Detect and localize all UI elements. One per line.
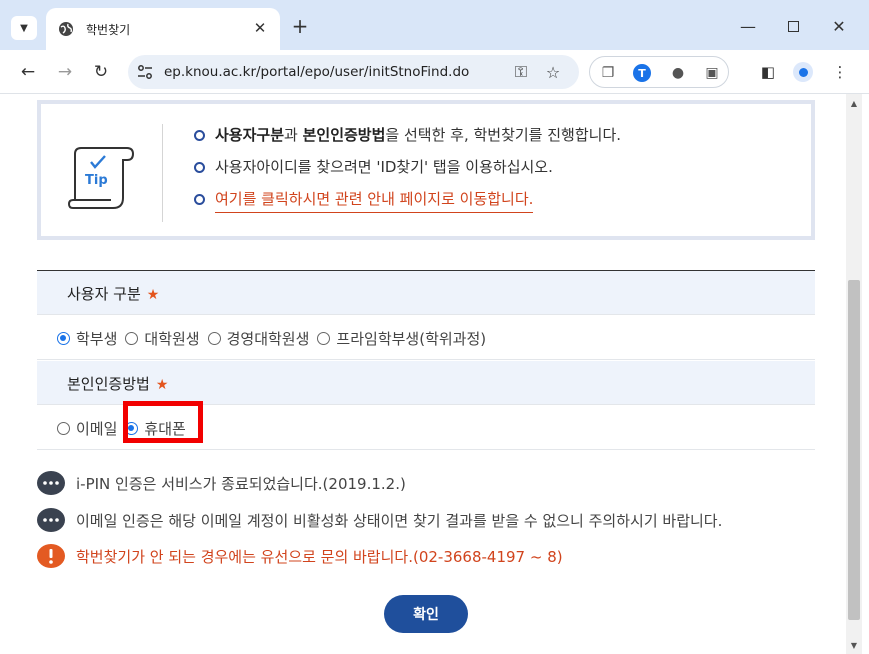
tip-item: 사용자구분과 본인인증방법을 선택한 후, 학번찾기를 진행합니다. <box>193 124 621 156</box>
address-bar[interactable]: ep.knou.ac.kr/portal/epo/user/initStnoFi… <box>128 55 579 89</box>
radio-selected-icon <box>57 332 70 345</box>
notice-text: i-PIN 인증은 서비스가 종료되었습니다.(2019.1.2.) <box>76 474 406 493</box>
copy-icon[interactable]: ❐ <box>598 63 618 83</box>
profile-avatar-icon[interactable] <box>793 62 813 82</box>
radio-icon <box>57 422 70 435</box>
radio-undergraduate[interactable]: 학부생 <box>57 328 117 349</box>
tip-box: Tip 사용자구분과 본인인증방법을 선택한 후, 학번찾기를 진행합니다. 사… <box>37 100 815 240</box>
confirm-button[interactable]: 확인 <box>384 595 468 633</box>
key-icon[interactable]: ⚿ <box>512 62 530 81</box>
circle-bullet-icon <box>194 130 205 141</box>
window-edge <box>862 94 869 654</box>
auth-method-label: 본인인증방법 ★ <box>67 375 169 393</box>
radio-icon <box>317 332 331 345</box>
radio-business-graduate[interactable]: 경영대학원생 <box>207 328 309 349</box>
radio-prime-undergraduate[interactable]: 프라임학부생(학위과정) <box>317 328 486 349</box>
user-type-label: 사용자 구분 ★ <box>67 285 160 303</box>
tip-bold-user-type: 사용자구분 <box>215 126 285 144</box>
chevron-down-icon: ▼ <box>20 22 28 34</box>
tip-item: 여기를 클릭하시면 관련 안내 페이지로 이동합니다. <box>193 188 621 220</box>
tab-title: 학번찾기 <box>86 23 131 37</box>
maximize-icon[interactable] <box>781 14 805 38</box>
bookmark-star-icon[interactable]: ☆ <box>544 63 562 82</box>
notice-text: 이메일 인증은 해당 이메일 계정이 비활성화 상태이면 찾기 결과를 받을 수… <box>76 511 723 530</box>
tip-text: 을 선택한 후, 학번찾기를 진행합니다. <box>385 126 622 144</box>
notice-phone-inquiry: 학번찾기가 안 되는 경우에는 유선으로 문의 바랍니다.(02-3668-41… <box>36 543 563 569</box>
close-tab-icon[interactable]: ✕ <box>250 18 270 38</box>
radio-icon <box>125 332 139 345</box>
new-tab-icon[interactable]: + <box>288 14 312 38</box>
tab-strip: ▼ 학번찾기 ✕ + — ✕ <box>0 0 869 50</box>
more-menu-icon[interactable]: ⋮ <box>830 62 850 82</box>
scroll-thumb[interactable] <box>848 280 860 620</box>
radio-email[interactable]: 이메일 <box>57 418 117 439</box>
radio-graduate[interactable]: 대학원생 <box>125 328 200 349</box>
circle-bullet-icon <box>194 194 205 205</box>
notice-text: 학번찾기가 안 되는 경우에는 유선으로 문의 바랍니다.(02-3668-41… <box>76 547 563 566</box>
minimize-icon[interactable]: — <box>736 14 760 38</box>
translate-extension-icon[interactable]: T <box>632 63 652 83</box>
tip-badge: Tip <box>85 173 108 188</box>
user-type-row: 학부생 대학원생 경영대학원생 프라임학부생(학위과정) <box>37 316 815 360</box>
required-star: ★ <box>155 377 169 393</box>
required-star: ★ <box>146 287 160 303</box>
tip-list: 사용자구분과 본인인증방법을 선택한 후, 학번찾기를 진행합니다. 사용자아이… <box>193 124 621 220</box>
notice-ipin: i-PIN 인증은 서비스가 종료되었습니다.(2019.1.2.) <box>36 470 406 496</box>
close-window-icon[interactable]: ✕ <box>827 14 851 38</box>
page-viewport: Tip 사용자구분과 본인인증방법을 선택한 후, 학번찾기를 진행합니다. 사… <box>0 94 846 654</box>
tip-item: 사용자아이디를 찾으려면 'ID찾기' 탭을 이용하십시오. <box>193 156 621 188</box>
guide-page-link[interactable]: 여기를 클릭하시면 관련 안내 페이지로 이동합니다. <box>215 190 534 213</box>
camera-icon[interactable]: ● <box>668 63 688 83</box>
extensions-group: ❐ T ● ▣ <box>589 56 729 88</box>
ellipsis-bubble-icon <box>37 508 65 532</box>
tip-scroll-icon: Tip <box>67 147 135 209</box>
tip-divider <box>162 124 163 222</box>
circle-bullet-icon <box>194 162 205 173</box>
browser-toolbar: ← → ↻ ep.knou.ac.kr/portal/epo/user/init… <box>0 50 869 94</box>
globe-icon <box>59 22 73 36</box>
tip-text: 사용자아이디를 찾으려면 'ID찾기' 탭을 이용하십시오. <box>215 158 553 176</box>
radio-icon <box>207 332 221 345</box>
tip-bold-auth-method: 본인인증방법 <box>302 126 386 144</box>
tab-search-button[interactable]: ▼ <box>11 16 37 40</box>
reload-icon[interactable]: ↻ <box>88 59 114 85</box>
url-text[interactable]: ep.knou.ac.kr/portal/epo/user/initStnoFi… <box>164 64 469 80</box>
vertical-scrollbar[interactable]: ▲ ▼ <box>846 94 862 654</box>
active-tab[interactable]: 학번찾기 ✕ <box>46 8 280 50</box>
ellipsis-bubble-icon <box>37 471 65 495</box>
site-info-icon[interactable] <box>136 63 154 81</box>
phone-option-highlight <box>123 401 203 443</box>
forward-icon[interactable]: → <box>52 59 78 85</box>
notice-email: 이메일 인증은 해당 이메일 계정이 비활성화 상태이면 찾기 결과를 받을 수… <box>36 507 722 533</box>
user-type-radio-group: 학부생 대학원생 경영대학원생 프라임학부생(학위과정) <box>57 328 494 349</box>
scroll-down-icon[interactable]: ▼ <box>846 638 862 652</box>
scroll-up-icon[interactable]: ▲ <box>846 96 862 110</box>
warning-icon <box>37 544 65 568</box>
tip-text: 과 <box>284 126 303 144</box>
side-panel-icon[interactable]: ◧ <box>758 62 778 82</box>
user-type-header: 사용자 구분 ★ <box>37 271 815 315</box>
puzzle-extensions-icon[interactable]: ▣ <box>702 63 722 83</box>
back-icon[interactable]: ← <box>15 59 41 85</box>
auth-method-header: 본인인증방법 ★ <box>37 361 815 405</box>
